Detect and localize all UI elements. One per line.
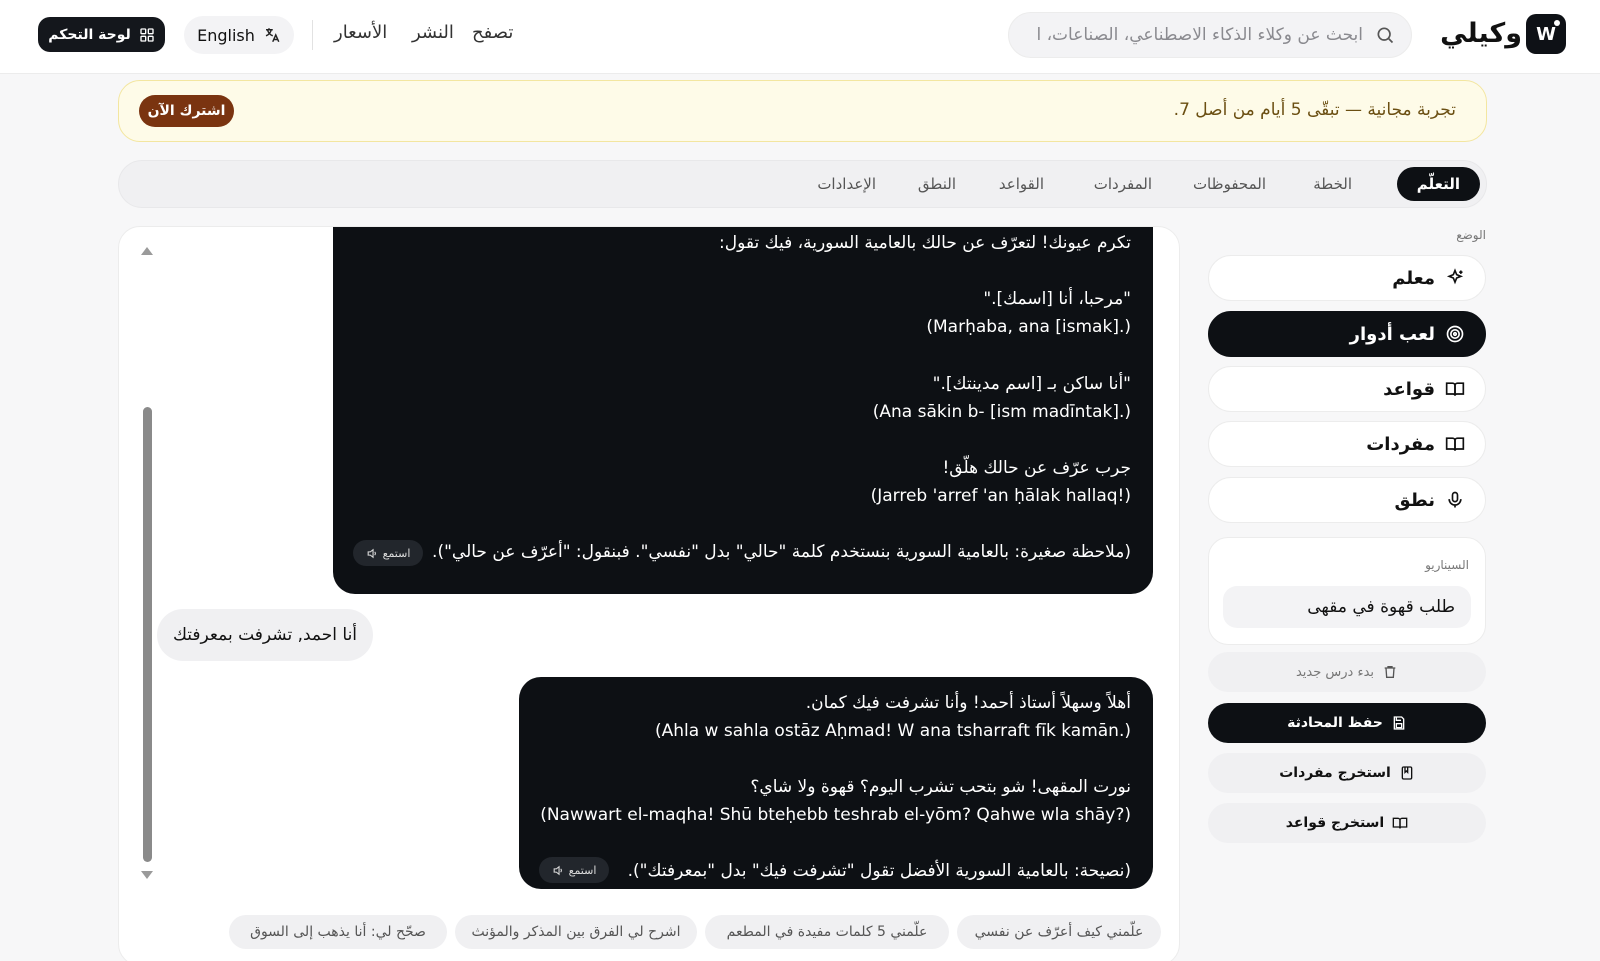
suggestion-chip[interactable]: علّمني 5 كلمات مفيدة في المطعم (705, 915, 949, 949)
mode-grammar-label: قواعد (1383, 378, 1435, 400)
assistant-message: أهلاً وسهلاً أستاذ أحمد! وأنا تشرفت فيك … (519, 677, 1153, 889)
chat-panel: تكرم عيونك! لتعرّف عن حالك بالعامية السو… (118, 226, 1180, 961)
new-lesson-button[interactable]: بدء درس جديد (1208, 652, 1486, 692)
trash-icon (1384, 666, 1396, 678)
dashboard-button[interactable]: لوحة التحكم (38, 17, 165, 52)
book-icon (1445, 382, 1465, 396)
message-line: أهلاً وسهلاً أستاذ أحمد! وأنا تشرفت فيك … (805, 693, 1131, 713)
message-line: (Nawwart el-maqha! Shū bteḥebb teshrab e… (540, 805, 1131, 825)
extract-grammar-button[interactable]: استخرج قواعد (1208, 803, 1486, 843)
tab-vocabulary[interactable]: المفردات (1074, 167, 1172, 201)
trial-banner: تجربة مجانية — تبقّى 5 أيام من أصل 7. اش… (118, 80, 1487, 142)
message-line: (نصيحة: بالعامية السورية الأفضل تقول "تش… (627, 861, 1131, 881)
scenario-input[interactable]: طلب قهوة في مقهى (1223, 586, 1471, 628)
translate-icon (265, 28, 280, 43)
message-line: (Jarreb 'arref 'an ḥālak hallaq!) (870, 486, 1131, 506)
book-icon (1445, 437, 1465, 451)
new-lesson-label: بدء درس جديد (1295, 664, 1375, 680)
mode-grammar[interactable]: قواعد (1208, 366, 1486, 412)
brand-name[interactable]: وكيلي (1440, 18, 1522, 49)
scenario-card: السيناريو طلب قهوة في مقهى (1208, 537, 1486, 645)
mode-pronunciation[interactable]: نطق (1208, 477, 1486, 523)
assistant-message: تكرم عيونك! لتعرّف عن حالك بالعامية السو… (333, 227, 1153, 594)
listen-button[interactable]: استمع (353, 540, 423, 566)
save-icon (1393, 716, 1405, 730)
message-line: (Ahla w sahla ostāz Aḥmad! W ana tsharra… (654, 721, 1131, 741)
sparkles-icon (1446, 268, 1464, 285)
listen-label: استمع (382, 546, 411, 560)
logo-letter: W (1536, 23, 1556, 45)
header-divider (312, 20, 313, 50)
scrollbar-thumb[interactable] (143, 407, 152, 862)
mode-roleplay[interactable]: لعب أدوار (1208, 311, 1486, 357)
message-line: (ملاحظة صغيرة: بالعامية السورية بنستخدم … (432, 542, 1131, 562)
extract-grammar-label: استخرج قواعد (1285, 815, 1385, 831)
listen-button[interactable]: استمع (539, 857, 609, 883)
save-chat-label: حفظ المحادثة (1287, 715, 1383, 731)
dashboard-label: لوحة التحكم (48, 26, 131, 43)
grid-icon (140, 27, 154, 42)
tab-saved[interactable]: المحفوظات (1173, 167, 1286, 201)
message-line: نورت المقهى! شو بتحب تشرب اليوم؟ قهوة ول… (750, 777, 1131, 797)
mode-vocabulary[interactable]: مفردات (1208, 421, 1486, 467)
tab-pronunciation[interactable]: النطق (898, 167, 976, 201)
mode-teacher-label: معلم (1392, 267, 1435, 289)
scroll-down-arrow[interactable] (141, 871, 153, 879)
listen-label: استمع (568, 863, 597, 877)
mode-vocabulary-label: مفردات (1366, 433, 1435, 455)
mode-roleplay-label: لعب أدوار (1349, 323, 1435, 345)
main-tabs: التعلّم الخطة المحفوظات المفردات القواعد… (118, 160, 1487, 208)
mic-icon (1448, 491, 1462, 508)
suggestion-chip[interactable]: اشرح لي الفرق بين المذكر والمؤنث (455, 915, 697, 949)
tab-learn[interactable]: التعلّم (1396, 167, 1480, 201)
message-line: "مرحبا، أنا [اسمك]." (983, 289, 1131, 309)
logo-dot (1554, 20, 1560, 26)
extract-vocab-button[interactable]: استخرج مفردات (1208, 753, 1486, 793)
extract-vocab-label: استخرج مفردات (1279, 765, 1391, 781)
book-icon (1392, 817, 1408, 829)
app-logo[interactable]: W (1526, 14, 1566, 54)
search-icon (1377, 27, 1394, 44)
notebook-icon (1401, 766, 1413, 780)
save-chat-button[interactable]: حفظ المحادثة (1208, 703, 1486, 743)
message-line: (Marḥaba, ana [ismak].) (926, 317, 1131, 337)
search-input[interactable]: ابحث عن وكلاء الذكاء الاصطناعي، الصناعات… (1025, 25, 1363, 45)
tab-settings[interactable]: الإعدادات (797, 167, 896, 201)
speaker-icon (553, 865, 562, 875)
mode-label: الوضع (1456, 228, 1486, 242)
message-line: "أنا ساكن بـ [اسم مدينتك]." (932, 374, 1131, 394)
tab-grammar[interactable]: القواعد (979, 167, 1064, 201)
language-label: English (197, 25, 255, 45)
speaker-icon (367, 548, 376, 558)
scenario-label: السيناريو (1425, 558, 1469, 572)
message-line: تكرم عيونك! لتعرّف عن حالك بالعامية السو… (719, 233, 1131, 253)
mode-teacher[interactable]: معلم (1208, 255, 1486, 301)
language-button[interactable]: English (184, 16, 294, 54)
mode-pronunciation-label: نطق (1394, 489, 1435, 511)
scroll-up-arrow[interactable] (141, 247, 153, 255)
suggestion-chip[interactable]: علّمني كيف أعرّف عن نفسي (957, 915, 1161, 949)
target-icon (1446, 325, 1464, 343)
top-header: W وكيلي ابحث عن وكلاء الذكاء الاصطناعي، … (0, 0, 1600, 74)
nav-browse[interactable]: تصفح (472, 22, 513, 43)
nav-pricing[interactable]: الأسعار (334, 22, 387, 43)
tab-plan[interactable]: الخطة (1293, 167, 1372, 201)
search-bar[interactable]: ابحث عن وكلاء الذكاء الاصطناعي، الصناعات… (1008, 12, 1412, 58)
suggestion-chip[interactable]: صحّح لي: أنا يذهب إلى السوق (229, 915, 447, 949)
subscribe-button[interactable]: اشترك الآن (139, 95, 234, 127)
message-line: جرب عرّف عن حالك هلّق! (942, 458, 1131, 478)
trial-text: تجربة مجانية — تبقّى 5 أيام من أصل 7. (1173, 100, 1456, 120)
user-message: أنا احمد, تشرفت بمعرفتك (157, 609, 373, 661)
nav-publish[interactable]: النشر (412, 22, 454, 43)
message-line: (Ana sākin b- [ism madīntak].) (872, 402, 1131, 422)
